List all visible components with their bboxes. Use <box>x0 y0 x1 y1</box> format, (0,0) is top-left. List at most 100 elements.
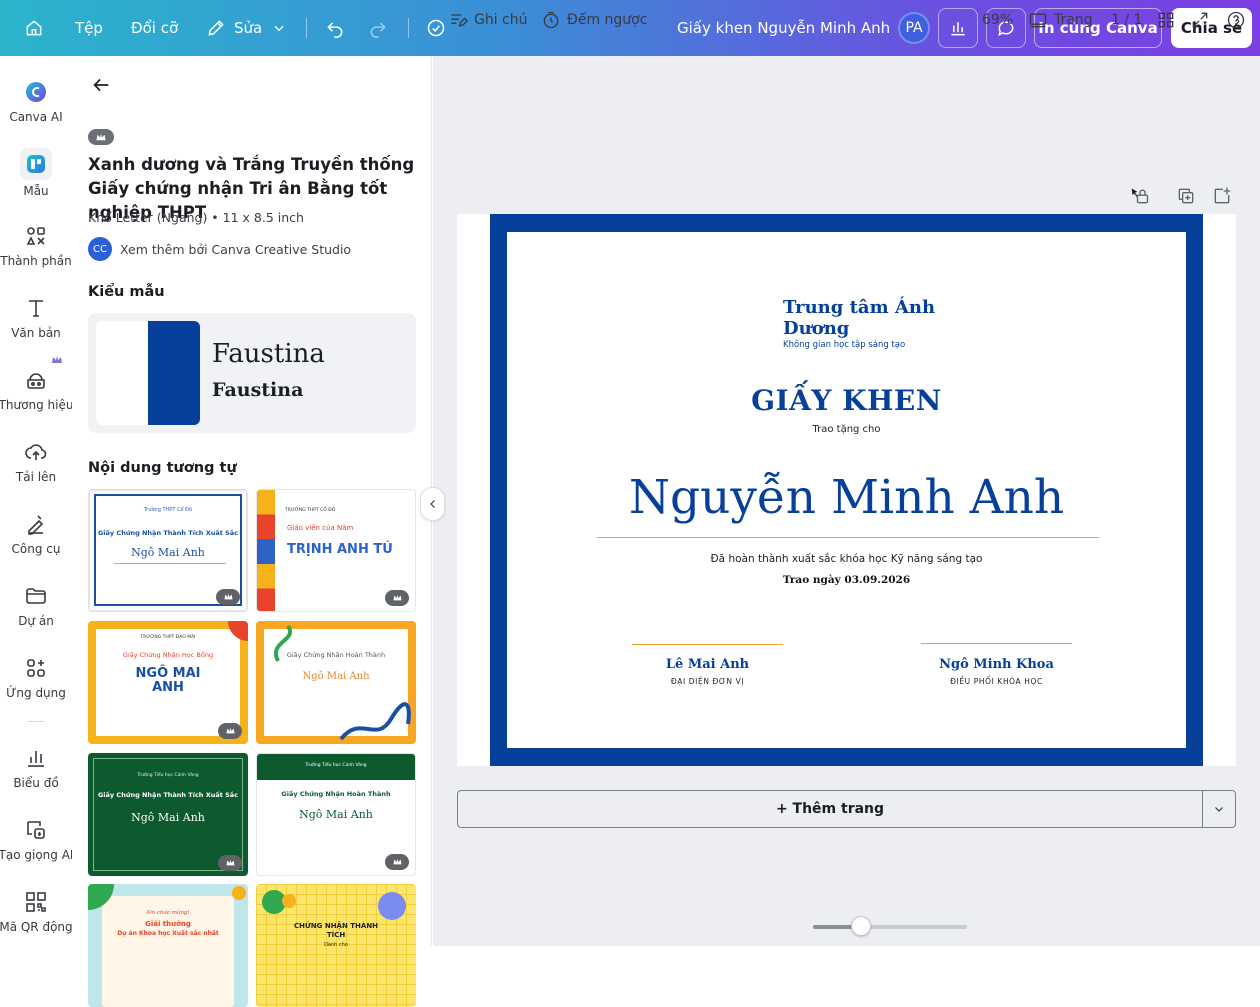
insights-button[interactable] <box>938 8 978 48</box>
fullscreen-icon <box>1192 12 1208 28</box>
rail-item-templates[interactable]: Mẫu <box>0 148 72 198</box>
back-arrow-icon[interactable] <box>90 74 112 96</box>
timer-icon <box>543 11 559 29</box>
rail-item-tools[interactable]: Công cụ <box>0 512 72 556</box>
rail-item-uploads[interactable]: Tải lên <box>0 440 72 484</box>
signer-2-role[interactable]: ĐIỀU PHỐI KHÓA HỌC <box>921 677 1072 686</box>
style-heading: Kiểu mẫu <box>88 284 165 300</box>
edit-menu[interactable]: Sửa <box>206 0 286 56</box>
upload-icon <box>25 444 47 460</box>
fullscreen-button[interactable] <box>1190 0 1210 40</box>
style-card[interactable]: Faustina Faustina <box>88 313 416 433</box>
rail-label: Thành phần <box>0 254 72 268</box>
rail-label: Văn bản <box>11 326 61 340</box>
rail-item-projects[interactable]: Dự án <box>0 584 72 628</box>
grid-view-icon <box>1158 12 1174 28</box>
org-name-line1[interactable]: Trung tâm Ánh <box>783 297 935 318</box>
folder-icon <box>26 588 46 604</box>
redo-button[interactable] <box>368 0 388 56</box>
author-link[interactable]: CC Xem thêm bởi Canva Creative Studio <box>88 237 351 261</box>
duplicate-page-icon[interactable] <box>1176 186 1196 206</box>
help-button[interactable] <box>1226 0 1246 40</box>
pages-icon <box>1029 13 1047 28</box>
thumb-name: NGÔ MAI ANH <box>135 666 201 695</box>
template-thumbnail[interactable]: TRƯỜNG THPT CỔ ĐÔ Giáo viên của Năm TRỊN… <box>256 489 416 612</box>
document-title[interactable]: Giấy khen Nguyễn Minh Anh <box>677 0 890 56</box>
save-status-button[interactable] <box>426 0 446 56</box>
premium-badge <box>218 723 242 739</box>
add-page-dropdown[interactable] <box>1202 790 1236 828</box>
zoom-slider-handle[interactable] <box>850 916 871 936</box>
rail-item-apps[interactable]: Ứng dụng <box>0 656 72 700</box>
achievement-text[interactable]: Đã hoàn thành xuất sắc khóa học Kỹ năng … <box>507 553 1186 565</box>
home-button[interactable] <box>24 0 44 56</box>
org-name-line2[interactable]: Dương <box>783 318 849 339</box>
awarded-to-label[interactable]: Trao tặng cho <box>507 424 1186 435</box>
chevron-down-icon <box>274 25 284 32</box>
recipient-name[interactable]: Nguyễn Minh Anh <box>507 468 1186 528</box>
org-tagline[interactable]: Không gian học tập sáng tạo <box>783 340 905 350</box>
collapse-panel-button[interactable] <box>420 487 445 521</box>
thumb-name: Dự án Khoa học Xuất sắc nhất <box>117 930 219 937</box>
resize-menu[interactable]: Đổi cỡ <box>131 0 178 56</box>
add-page-icon[interactable] <box>1212 186 1232 206</box>
grid-view-button[interactable] <box>1156 0 1176 40</box>
template-thumbnail[interactable]: Giấy Chứng Nhận Hoàn Thành Ngô Mai Anh <box>256 621 416 744</box>
rail-item-brand[interactable]: Thương hiệu <box>0 368 74 412</box>
template-thumbnail[interactable]: Trường THPT Cổ Đô Giấy Chứng Nhận Thành … <box>88 489 248 612</box>
bar-chart-icon <box>951 22 965 36</box>
rail-item-charts[interactable]: Biểu đồ <box>0 746 72 790</box>
rail-item-text[interactable]: Văn bản <box>0 296 72 340</box>
lock-icon[interactable] <box>1130 186 1150 206</box>
signer-1-name[interactable]: Lê Mai Anh <box>632 657 783 672</box>
rail-label: Tạo giọng AI <box>0 848 74 862</box>
premium-badge <box>216 589 240 605</box>
template-panel: Xanh dương và Trắng Truyền thống Giấy ch… <box>72 56 432 1007</box>
notes-button[interactable]: Ghi chú <box>448 0 528 40</box>
signer-2-name[interactable]: Ngô Minh Khoa <box>921 657 1072 672</box>
rail-label: Biểu đồ <box>13 776 59 790</box>
rail-item-qr[interactable]: Mã QR động <box>0 890 73 934</box>
tools-icon <box>28 515 44 535</box>
pages-button[interactable]: Trang <box>1028 0 1093 40</box>
rail-item-canva-ai[interactable]: Canva AI <box>0 80 72 124</box>
undo-button[interactable] <box>325 0 345 56</box>
font-bold-preview: Faustina <box>212 379 304 401</box>
template-size-info: Khổ Letter (Ngang) • 11 x 8.5 inch <box>88 210 304 225</box>
rail-item-ai-voice[interactable]: Tạo giọng AI <box>0 818 74 862</box>
rail-label: Canva AI <box>9 110 63 124</box>
thumb-name: Ngô Mai Anh <box>299 808 373 821</box>
rail-label: Công cụ <box>11 542 61 556</box>
certificate-heading[interactable]: GIẤY KHEN <box>507 384 1186 417</box>
rail-label: Thương hiệu <box>0 398 74 412</box>
template-thumbnail[interactable]: Trường Tiểu học Cánh Vàng Giấy Chứng Nhậ… <box>256 753 416 876</box>
recipient-underline <box>597 537 1099 538</box>
signature-line-2 <box>921 643 1072 644</box>
thumb-school: Trường Tiểu học Cánh Vàng <box>137 773 199 778</box>
qr-icon <box>26 892 46 912</box>
rail-label: Tải lên <box>15 470 57 484</box>
rail-item-elements[interactable]: Thành phần <box>0 224 72 268</box>
template-thumbnail[interactable]: TRƯỜNG THPT ĐẠO MẠI Giấy Chứng Nhận Học … <box>88 621 248 744</box>
similar-heading: Nội dung tương tự <box>88 460 237 476</box>
rail-active-bg <box>20 148 52 180</box>
timer-button[interactable]: Đếm ngược <box>541 0 647 40</box>
zoom-percent[interactable]: 69% <box>982 0 1013 40</box>
author-avatar: CC <box>88 237 112 261</box>
add-page-button[interactable]: + Thêm trang <box>457 790 1203 828</box>
page-counter[interactable]: 1 / 1 <box>1111 0 1142 40</box>
undo-icon <box>327 22 343 38</box>
file-menu[interactable]: Tệp <box>75 0 103 56</box>
topbar-divider <box>408 18 409 38</box>
text-icon <box>29 300 43 317</box>
avatar[interactable]: PA <box>898 12 930 44</box>
chevron-left-icon <box>429 500 435 508</box>
help-icon <box>1227 11 1245 29</box>
ai-voice-icon <box>27 821 45 839</box>
font-regular-preview: Faustina <box>212 339 325 369</box>
template-thumbnail[interactable]: Trường Tiểu học Cánh Vàng Giấy Chứng Nhậ… <box>88 753 248 876</box>
signer-1-role[interactable]: ĐẠI DIỆN ĐƠN VỊ <box>632 677 783 686</box>
thumb-name: Ngô Mai Anh <box>302 671 370 682</box>
crown-icon <box>52 356 62 363</box>
award-date[interactable]: Trao ngày 03.09.2026 <box>507 574 1186 586</box>
